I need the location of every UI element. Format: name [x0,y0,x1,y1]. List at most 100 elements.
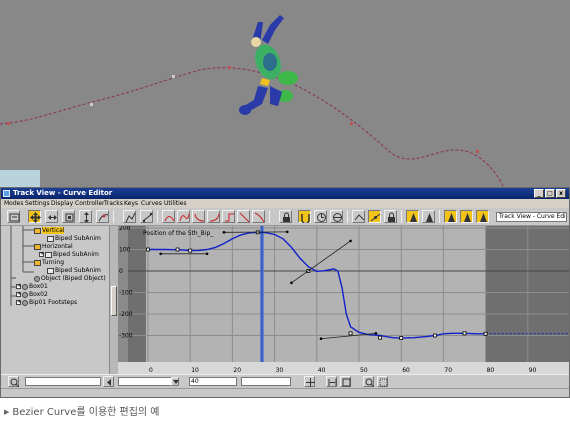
lock-selection-icon[interactable] [279,210,292,223]
biped-curve-icon-2[interactable] [422,210,435,223]
zoom-values-icon[interactable] [377,376,388,387]
tangent-handle-end [205,252,209,256]
pan-icon[interactable] [304,376,315,387]
snap-frames-icon[interactable] [298,210,311,223]
tangent-fast-icon[interactable] [192,210,205,223]
scroll-left-icon[interactable] [103,376,114,387]
object-icon [22,291,28,298]
expand-toggle-icon[interactable]: + [16,284,21,289]
show-keyable-icon[interactable] [314,210,327,223]
toolbar-separator [113,210,114,223]
toolbar: Track View - Curve Editor [1,208,569,226]
controller-hierarchy[interactable]: Vertical Biped SubAnim Horizontal + Biped Su… [1,226,109,374]
menu-controller[interactable]: Controller [75,199,105,208]
toolbar-separator [439,210,440,223]
tree-scroll-thumb[interactable] [111,286,117,316]
menu-tracks[interactable]: Tracks [104,199,123,208]
biped-curve-icon-1[interactable] [406,210,419,223]
lock-tangents-icon[interactable] [384,210,397,223]
controller-icon [34,259,41,266]
frame-field[interactable]: 40 [189,377,237,386]
tangent-linear-icon[interactable] [237,210,250,223]
menu-settings[interactable]: Settings [25,199,50,208]
tree-item[interactable]: + Biped SubAnim [39,251,99,259]
break-tangents-icon[interactable] [352,210,365,223]
tree-item[interactable]: Biped SubAnim [47,267,101,275]
expand-toggle-icon[interactable]: + [39,252,44,257]
tree-item[interactable]: + Bip01 Footsteps [16,299,77,307]
tangent-custom-icon[interactable] [177,210,190,223]
biped-curve-icon-4[interactable] [460,210,473,223]
track-view-name-field[interactable]: Track View - Curve Editor [496,212,567,222]
zoom-value-extents-icon[interactable] [340,376,351,387]
tangent-handle-end [319,337,323,341]
y-tick-label: -200 [119,311,133,318]
menu-curves[interactable]: Curves [141,199,162,208]
tree-item-label: Turning [42,259,64,266]
path-key [90,103,93,106]
y-tick-label: -300 [119,333,133,340]
time-ruler [118,362,569,374]
3d-viewport[interactable] [0,0,570,187]
tree-scrollbar[interactable] [109,226,118,374]
move-keys-icon[interactable] [28,210,41,223]
value-spinner-field[interactable] [241,377,291,386]
curve-key [188,248,193,253]
tangent-smooth-icon[interactable] [252,210,265,223]
zoom-icon[interactable] [8,376,19,387]
expand-toggle-icon[interactable]: + [16,300,21,305]
slide-keys-icon[interactable] [45,210,58,223]
biped-curve-icon-5[interactable] [476,210,489,223]
toolbar-separator [157,210,158,223]
filters-icon[interactable] [7,210,20,223]
add-keys-icon[interactable] [96,210,109,223]
zoom-region-icon[interactable] [363,376,374,387]
tree-item[interactable]: Turning [34,259,64,267]
scale-keys-icon[interactable] [62,210,75,223]
expand-toggle-icon[interactable]: + [16,292,21,297]
tangent-step-icon[interactable] [222,210,235,223]
path-key [228,66,231,69]
track-view-window: Track View - Curve Editor _ □ x Modes Se… [0,187,570,398]
curve-graph[interactable]: 0 10 20 30 40 50 60 70 80 90 200 100 0 -100 -200 -300 P… [118,226,569,374]
tree-item[interactable]: Object (Biped Object) [34,275,106,283]
menu-modes[interactable]: Modes [4,199,23,208]
show-tangents-icon[interactable] [330,210,343,223]
tree-item[interactable]: + Box02 [16,291,48,299]
tree-item-label: Bip01 Footsteps [29,299,78,306]
figure-caption: ▶ Bezier Curve를 이용한 편집의 예 [4,405,160,420]
tree-item[interactable]: + Box01 [16,283,48,291]
tangent-handle-end [374,332,378,335]
path-key [172,75,175,78]
menu-keys[interactable]: Keys [124,199,138,208]
path-key [350,122,353,125]
tangent-auto-icon[interactable] [162,210,175,223]
menu-display[interactable]: Display [51,199,73,208]
tree-item[interactable]: Vertical [34,227,65,235]
draw-curves-icon[interactable] [123,210,136,223]
maximize-button[interactable]: □ [545,189,555,198]
function-curve-view[interactable]: 0 10 20 30 40 50 60 70 80 90 200 100 0 -100 -200 -300 [118,226,569,374]
curve-key [462,331,467,336]
reduce-keys-icon[interactable] [140,210,153,223]
controller-icon [34,243,41,250]
tree-item[interactable]: Biped SubAnim [47,235,101,243]
close-button[interactable]: x [556,189,566,198]
curve-track-label: Position of the 5th_Bip_ [143,230,214,237]
menu-utilities[interactable]: Utilities [164,199,187,208]
chevron-down-icon[interactable] [171,377,179,386]
toolbar-separator [347,210,348,223]
tree-item[interactable]: Horizontal [34,243,73,251]
title-bar[interactable]: Track View - Curve Editor _ □ x [1,188,569,199]
biped-curve-icon-3[interactable] [444,210,457,223]
unify-tangents-icon[interactable] [368,210,381,223]
toolbar-separator [401,210,402,223]
zoom-horizontal-extents-icon[interactable] [326,376,337,387]
tangent-slow-icon[interactable] [207,210,220,223]
track-name-field[interactable] [25,377,101,386]
value-field[interactable] [118,377,178,386]
scale-values-icon[interactable] [79,210,92,223]
biped-leg-green [278,71,298,85]
biped-arm-raised [262,15,284,44]
minimize-button[interactable]: _ [534,189,544,198]
